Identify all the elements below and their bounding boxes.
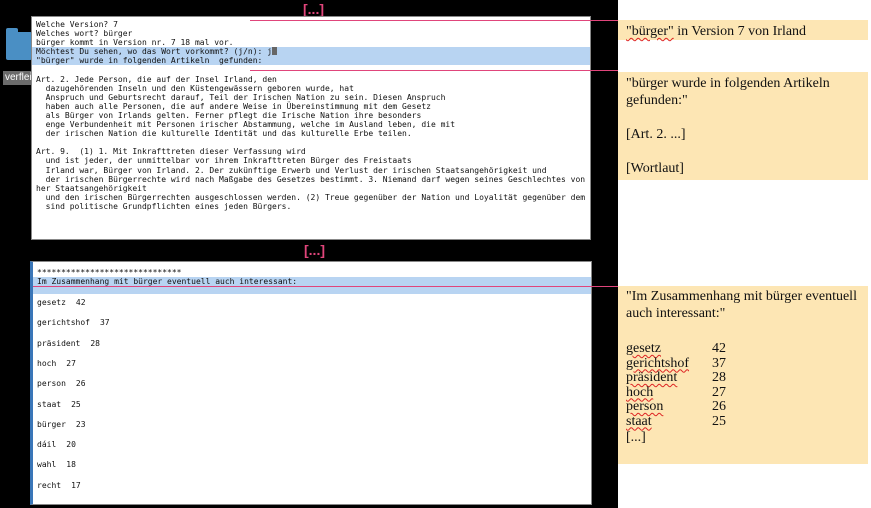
annotation-word: präsident xyxy=(626,370,678,385)
related-word: präsident xyxy=(37,338,81,348)
annotation-related-more: [...] xyxy=(626,430,646,445)
annotation-word: hoch xyxy=(626,384,654,400)
annotation-related-list: gesetz 42 gerichtshof 37 präsident 28 hoch 27 pe… xyxy=(626,341,868,430)
related-count: 27 xyxy=(66,358,76,368)
terminal-window-related[interactable]: ****************************** Im Zusamm… xyxy=(30,261,592,505)
related-word: staat xyxy=(37,399,62,409)
annotation-articles: "bürger wurde in folgenden Artikeln gefu… xyxy=(618,72,868,180)
separator-stars: ****************************** xyxy=(37,268,182,277)
annotation-quoted-word: "bürger" xyxy=(626,24,674,39)
annotation-articles-wording: [Wortlaut] xyxy=(626,161,684,176)
annotation-word: person xyxy=(626,399,664,414)
annotation-word: staat xyxy=(626,413,652,429)
annotation-version-text: in Version 7 von Irland xyxy=(673,24,807,39)
related-word-row: gesetz 42 xyxy=(33,298,86,307)
annotation-articles-ref: [Art. 2. ...] xyxy=(626,127,686,142)
related-word: gesetz xyxy=(37,298,66,307)
terminal-line: Welche Version? 7 xyxy=(36,20,118,29)
connector-line-1 xyxy=(250,20,618,21)
related-word-row: gerichtshof 37 xyxy=(33,318,110,327)
annotation-related-title: "Im Zusammenhang mit bürger eventuell au… xyxy=(626,289,857,321)
annotation-count: 26 xyxy=(712,399,726,414)
terminal-line: als Bürger von Irlands gelten. Ferner pf… xyxy=(36,110,422,120)
related-word: gerichtshof xyxy=(37,318,90,328)
related-word-row: präsident 28 xyxy=(33,339,100,348)
connector-line-3 xyxy=(33,286,618,287)
terminal-line: Welches wort? bürger xyxy=(36,29,133,39)
terminal-line: her Staatsangehörigkeit xyxy=(36,183,147,193)
terminal-window-search[interactable]: Welche Version? 7 Welches wort? bürger bür… xyxy=(31,16,591,240)
related-count: 23 xyxy=(75,419,86,429)
related-count: 37 xyxy=(99,318,110,328)
annotation-word: gesetz xyxy=(626,341,661,356)
terminal-line: dazugehörenden Inseln und den Küstengewä… xyxy=(36,83,354,93)
terminal-line: der irischen Nation die kulturelle Ident… xyxy=(36,129,412,139)
terminal-line: bürger kommt in Version nr. 7 18 mal vor… xyxy=(36,38,234,48)
terminal-line: "bürger" wurde in folgenden Artikeln gef… xyxy=(32,56,590,66)
related-word: recht xyxy=(37,480,62,490)
related-word-row: person 26 xyxy=(33,379,86,388)
annotation-word: gerichtshof xyxy=(626,355,689,371)
terminal-line: und ist jeder, der unmittelbar vor ihrem… xyxy=(36,156,412,166)
annotation-word-row: person 26 xyxy=(626,399,868,415)
annotation-word-row: gerichtshof 37 xyxy=(626,355,868,372)
terminal-output: Welche Version? 7 Welches wort? bürger bür… xyxy=(32,17,590,211)
related-word-row: hoch 27 xyxy=(33,359,76,368)
related-word-row: dáil 20 xyxy=(33,440,76,449)
related-count: 26 xyxy=(75,379,86,389)
related-word: hoch xyxy=(37,358,57,368)
ellipsis-top: [...] xyxy=(303,1,324,17)
annotation-count: 25 xyxy=(712,413,726,429)
annotation-word-row: hoch 27 xyxy=(626,384,868,401)
related-word: wahl xyxy=(37,460,57,470)
annotation-count: 28 xyxy=(712,370,726,385)
related-word-row: recht 17 xyxy=(33,481,81,490)
related-count: 25 xyxy=(71,399,81,409)
annotation-count: 37 xyxy=(712,355,726,371)
annotation-related: "Im Zusammenhang mit bürger eventuell au… xyxy=(618,286,868,464)
terminal-line: enge Verbundenheit mit Personen irischer… xyxy=(36,120,456,130)
connector-line-2 xyxy=(250,70,618,71)
related-count: 42 xyxy=(75,298,86,307)
annotation-articles-title: "bürger wurde in folgenden Artikeln gefu… xyxy=(626,76,830,108)
terminal-line: sind politische Grundpflichten eines jed… xyxy=(36,201,292,211)
terminal-line: haben auch alle Personen, die auf andere… xyxy=(36,101,431,111)
annotation-word-row: gesetz 42 xyxy=(626,341,868,357)
terminal-line: Möchtest Du sehen, wo das Wort vorkommt?… xyxy=(32,47,590,57)
terminal-line: und den irischen Bürgerrechten ausgeschl… xyxy=(36,192,591,202)
annotation-word-row: staat 25 xyxy=(626,413,868,430)
related-word-row: staat 25 xyxy=(33,400,81,409)
annotation-word-row: präsident 28 xyxy=(626,370,868,386)
related-count: 18 xyxy=(66,460,76,470)
related-word-row: bürger 23 xyxy=(33,420,86,429)
terminal-line: Anspruch und Geburtsrecht darauf, Teil d… xyxy=(36,92,446,102)
related-word: dáil xyxy=(37,440,57,450)
annotation-version: "bürger" in Version 7 von Irland xyxy=(618,20,868,40)
folder-icon[interactable] xyxy=(6,26,32,60)
related-count: 28 xyxy=(90,338,100,348)
related-count: 17 xyxy=(71,480,81,490)
terminal-line: Art. 9. (1) 1. Mit Inkrafttreten dieser … xyxy=(36,147,306,157)
related-word: bürger xyxy=(37,419,66,429)
annotation-count: 27 xyxy=(712,384,726,400)
related-word: person xyxy=(37,379,66,389)
terminal-line: der irischen Bürgerrechte wird nach Maßg… xyxy=(36,174,591,184)
terminal-line: Art. 2. Jede Person, die auf der Insel I… xyxy=(36,74,277,84)
text-cursor xyxy=(272,47,278,56)
related-count: 20 xyxy=(66,440,76,450)
ellipsis-middle: [...] xyxy=(304,242,325,258)
annotation-count: 42 xyxy=(712,341,726,356)
terminal-line: Irland war, Bürger von Irland. 2. Der zu… xyxy=(36,165,547,175)
related-word-row: wahl 18 xyxy=(33,460,76,469)
